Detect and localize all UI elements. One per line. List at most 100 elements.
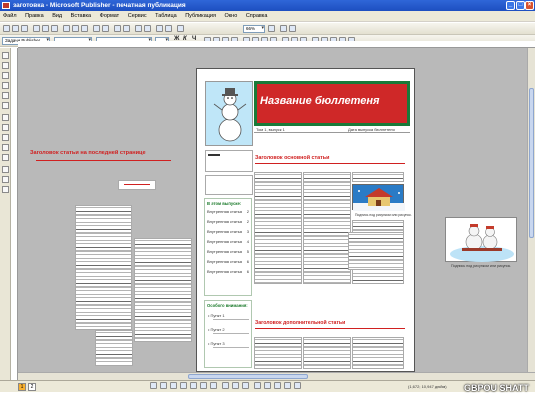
maximize-button[interactable]: □	[516, 1, 525, 10]
back-page-text-column-1[interactable]	[75, 205, 132, 330]
arrow-style-bottom-icon[interactable]	[274, 382, 281, 389]
contents-row[interactable]: Внутренняя статья 2	[207, 209, 249, 219]
table-tool-icon[interactable]	[2, 72, 9, 79]
issue-label[interactable]: Том 1, выпуск 1	[256, 127, 285, 132]
contents-box[interactable]: В этом выпуске: Внутренняя статья 2 Внутр…	[204, 198, 252, 296]
menu-edit[interactable]: Правка	[25, 13, 44, 19]
main-text-column-1[interactable]	[254, 172, 302, 284]
oval-tool-icon[interactable]	[2, 134, 9, 141]
main-text-column-2[interactable]	[303, 172, 351, 284]
rectangle-tool-icon[interactable]	[2, 144, 9, 151]
contents-row[interactable]: Внутренняя статья 4	[207, 239, 249, 249]
menu-view[interactable]: Вид	[52, 13, 62, 19]
menu-format[interactable]: Формат	[100, 13, 120, 19]
save-icon[interactable]	[21, 25, 28, 32]
date-label[interactable]: Дата выпуска бюллетеня	[348, 127, 395, 132]
columns-icon[interactable]	[165, 25, 172, 32]
page-2-tab[interactable]: 2	[28, 383, 36, 391]
send-backward-icon[interactable]	[123, 25, 130, 32]
picture-tool-icon[interactable]	[2, 92, 9, 99]
3d-bottom-icon[interactable]	[294, 382, 301, 389]
autoshapes-tool-icon[interactable]	[2, 154, 9, 161]
snowman-picture[interactable]	[205, 81, 253, 146]
copy-icon[interactable]	[72, 25, 79, 32]
line-color-bottom-icon[interactable]	[232, 382, 239, 389]
close-button[interactable]: ×	[525, 1, 534, 10]
menu-publication[interactable]: Публикация	[185, 13, 216, 19]
form-control-tool-icon[interactable]	[2, 176, 9, 183]
clip-art-tool-icon[interactable]	[2, 102, 9, 109]
vertical-scrollbar[interactable]	[527, 48, 535, 372]
menu-tools[interactable]: Сервис	[128, 13, 147, 19]
sled-caption[interactable]: Подпись под рисунком или рисунок.	[451, 264, 511, 268]
menu-help[interactable]: Справка	[246, 13, 268, 19]
paste-icon[interactable]	[81, 25, 88, 32]
wordart-tool-icon[interactable]	[2, 82, 9, 89]
contents-row[interactable]: Внутренняя статья 6	[207, 269, 249, 279]
horizontal-ruler[interactable]	[18, 41, 535, 48]
zoom-out-icon[interactable]	[177, 25, 184, 32]
draw-menu-icon[interactable]	[150, 382, 157, 389]
hot-spot-tool-icon[interactable]	[2, 166, 9, 173]
font-color-bottom-icon[interactable]	[242, 382, 249, 389]
rectangle-icon[interactable]	[200, 382, 207, 389]
back-page-text-column-1-cont[interactable]	[95, 330, 133, 366]
contents-row[interactable]: Внутренняя статья 5	[207, 249, 249, 259]
snowman-sled-picture[interactable]	[445, 217, 517, 262]
secondary-heading-box[interactable]: Заголовок дополнительной статьи	[255, 320, 405, 329]
oval-icon[interactable]	[210, 382, 217, 389]
dash-style-bottom-icon[interactable]	[264, 382, 271, 389]
minimize-button[interactable]: _	[506, 1, 515, 10]
arrow-icon[interactable]	[190, 382, 197, 389]
line-tool-icon[interactable]	[2, 114, 9, 121]
insert-hyperlink-icon[interactable]	[156, 25, 163, 32]
secondary-text-column-3[interactable]	[352, 337, 404, 369]
back-page-subtitle-box[interactable]	[118, 180, 156, 190]
new-icon[interactable]	[3, 25, 10, 32]
print-icon[interactable]	[33, 25, 40, 32]
secondary-text-column-2[interactable]	[303, 337, 351, 369]
special-attention-box[interactable]: Особого внимания: • Пункт 1 • Пункт 2 • …	[204, 300, 252, 368]
flip-icon[interactable]	[144, 25, 151, 32]
rotate-icon[interactable]	[135, 25, 142, 32]
main-text-column-3-top[interactable]	[352, 172, 404, 182]
vertical-scroll-thumb[interactable]	[529, 88, 534, 238]
house-caption[interactable]: Подпись под рисунком или рисунок.	[355, 213, 412, 217]
fill-bucket-icon[interactable]	[222, 382, 229, 389]
page-1-tab[interactable]: 1	[18, 383, 26, 391]
main-heading-box[interactable]: Заголовок основной статьи	[255, 155, 405, 164]
zoom-select[interactable]: 66%	[243, 25, 265, 33]
print-preview-icon[interactable]	[42, 25, 49, 32]
text-box-tool-icon[interactable]	[2, 62, 9, 69]
zoom-in-icon[interactable]	[268, 25, 275, 32]
menu-table[interactable]: Таблица	[155, 13, 177, 19]
vertical-ruler[interactable]	[11, 48, 18, 380]
redo-icon[interactable]	[102, 25, 109, 32]
select-tool-icon[interactable]	[2, 52, 9, 59]
design-gallery-icon[interactable]	[2, 186, 9, 193]
undo-icon[interactable]	[93, 25, 100, 32]
horizontal-scroll-thumb[interactable]	[188, 374, 308, 379]
page-info-box-2[interactable]	[205, 175, 253, 195]
help-icon[interactable]	[289, 25, 296, 32]
spelling-icon[interactable]	[51, 25, 58, 32]
cut-icon[interactable]	[63, 25, 70, 32]
contents-row[interactable]: Внутренняя статья 2	[207, 219, 249, 229]
contents-row[interactable]: Внутренняя статья 3	[207, 229, 249, 239]
house-picture[interactable]	[352, 184, 405, 211]
scratch-text-box[interactable]	[348, 232, 404, 270]
special-characters-icon[interactable]	[280, 25, 287, 32]
menu-window[interactable]: Окно	[225, 13, 238, 19]
line-icon[interactable]	[180, 382, 187, 389]
select-objects-icon[interactable]	[160, 382, 167, 389]
horizontal-scrollbar[interactable]	[18, 372, 535, 380]
back-page-heading-box[interactable]: Заголовок статьи на последней странице	[30, 150, 170, 158]
autoshapes-icon[interactable]	[170, 382, 177, 389]
arrow-tool-icon[interactable]	[2, 124, 9, 131]
menu-insert[interactable]: Вставка	[71, 13, 91, 19]
secondary-text-column-1[interactable]	[254, 337, 302, 369]
open-icon[interactable]	[12, 25, 19, 32]
contents-row[interactable]: Внутренняя статья 6	[207, 259, 249, 269]
line-style-bottom-icon[interactable]	[254, 382, 261, 389]
menu-file[interactable]: Файл	[3, 13, 17, 19]
